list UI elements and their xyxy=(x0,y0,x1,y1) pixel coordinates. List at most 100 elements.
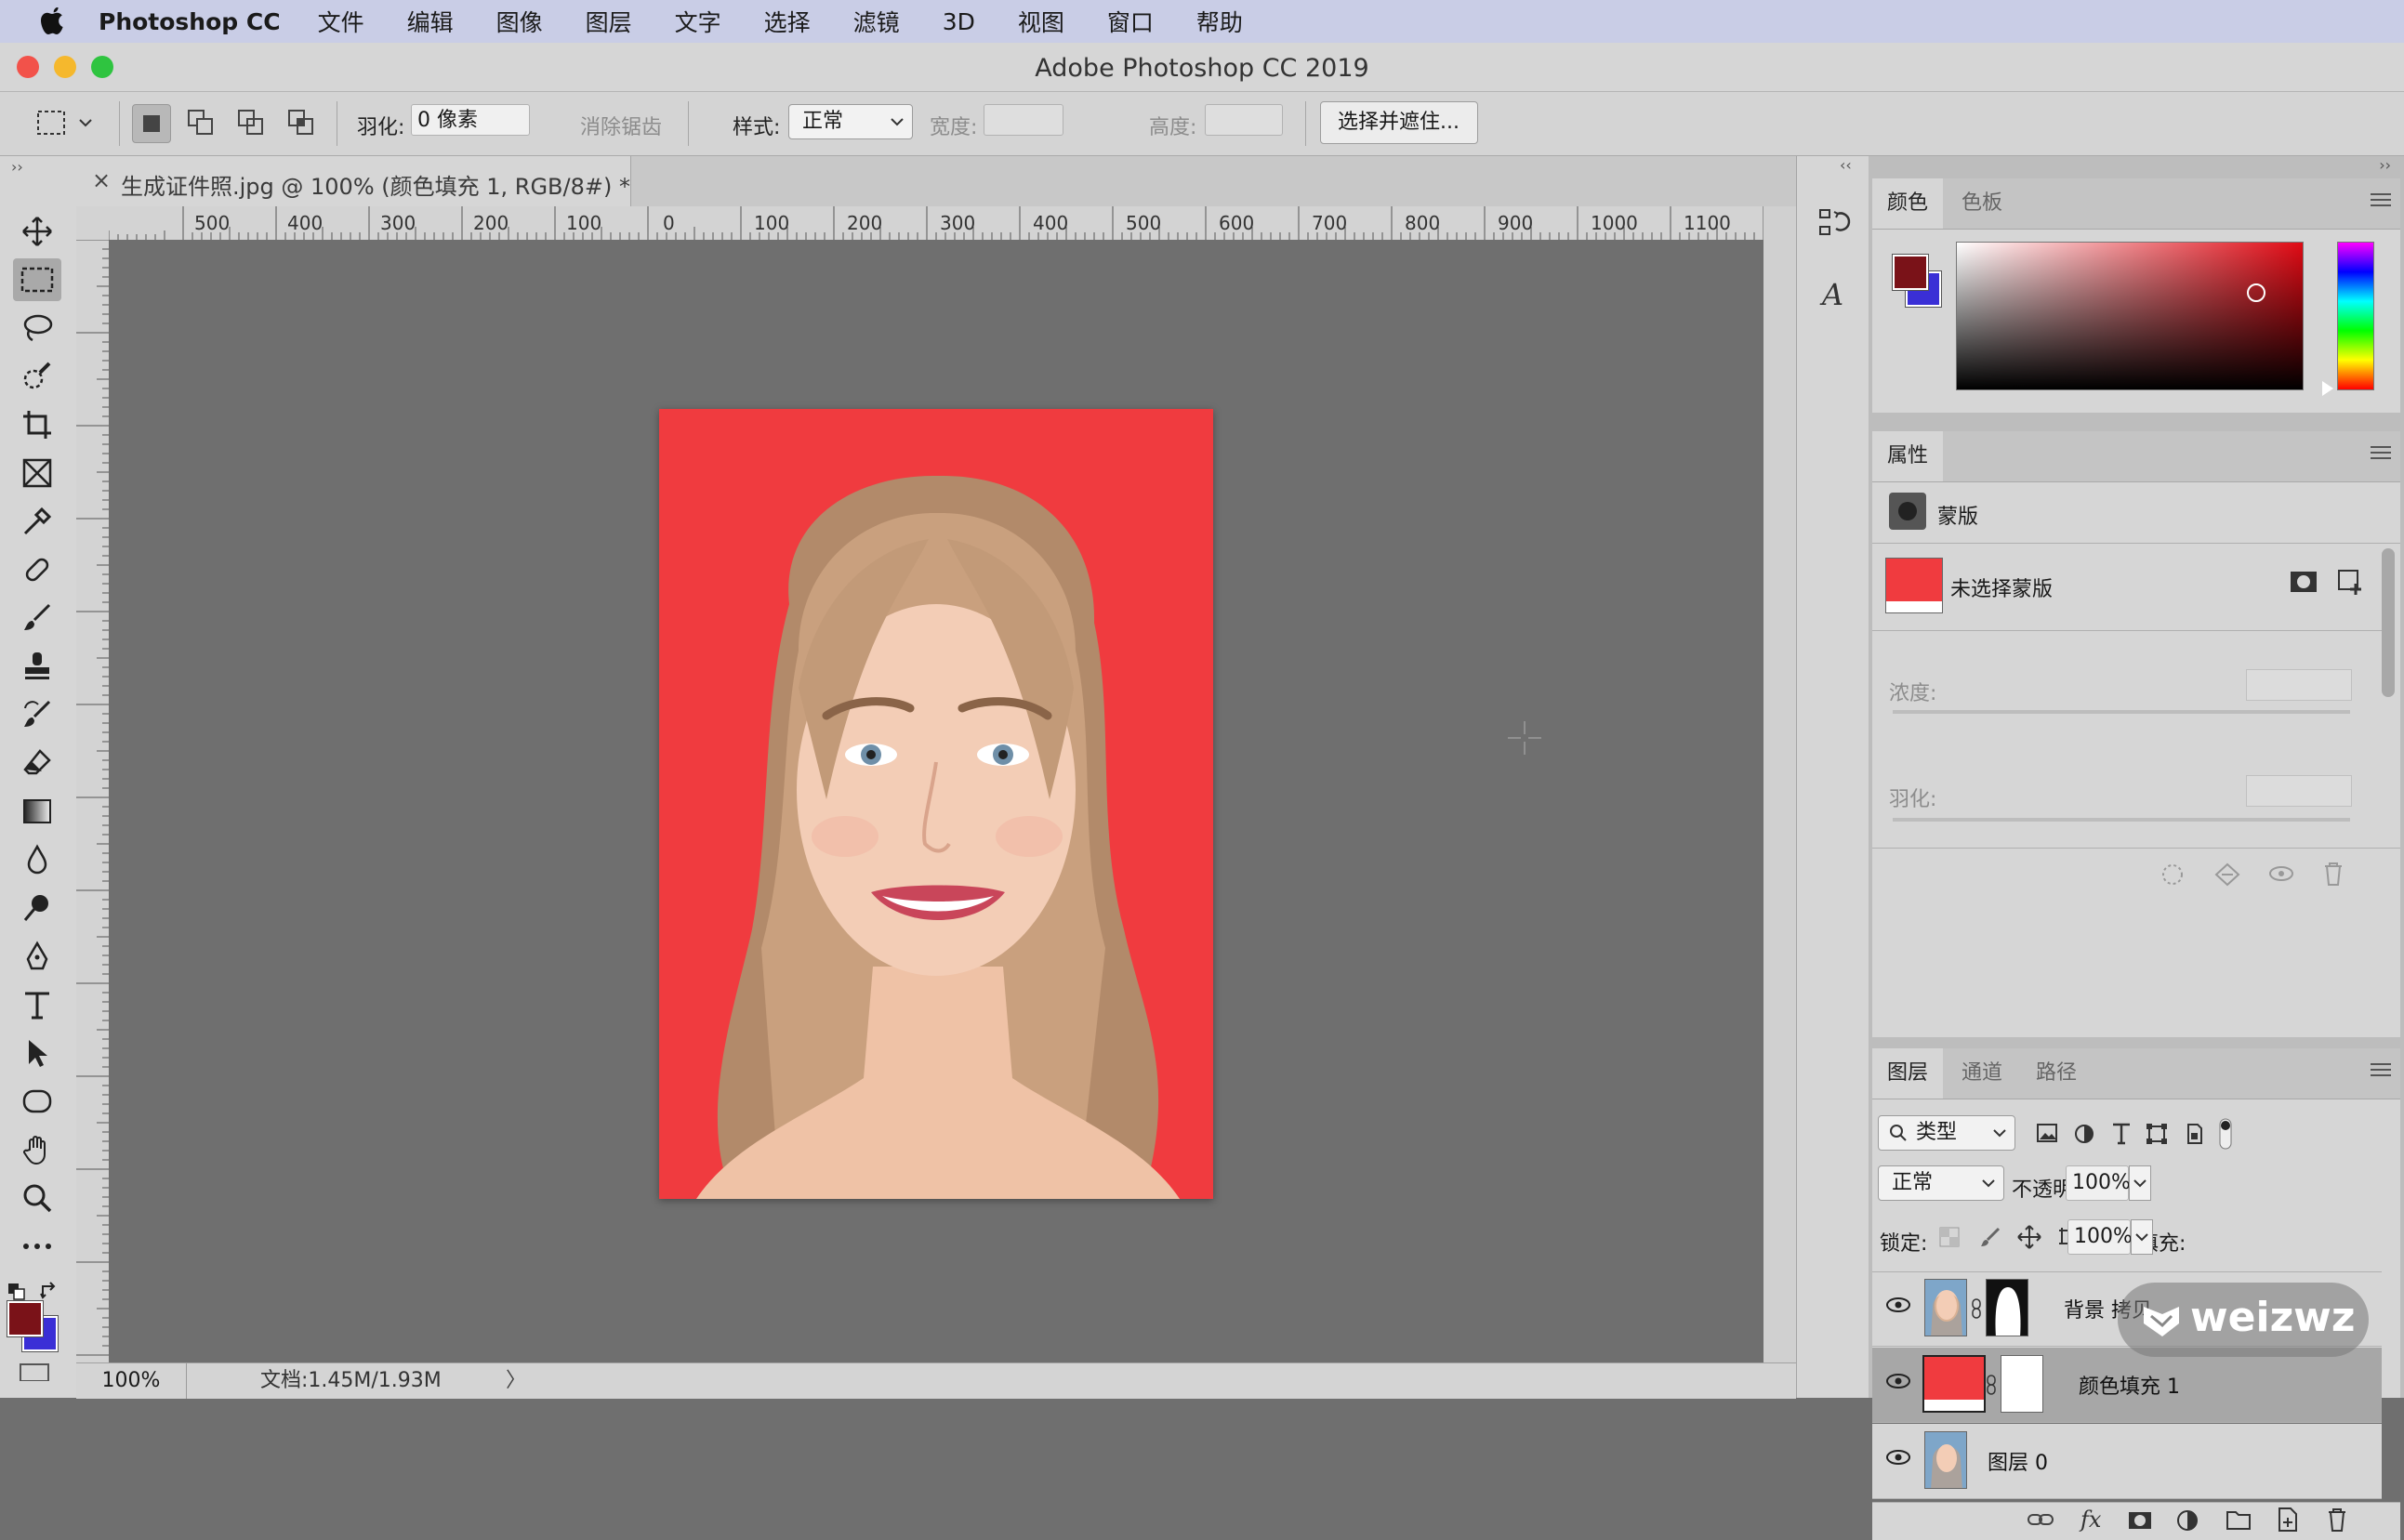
frame-tool-icon[interactable] xyxy=(13,452,61,494)
density-input[interactable] xyxy=(2246,669,2352,701)
delete-layer-icon[interactable] xyxy=(2326,1507,2348,1538)
style-select[interactable]: 正常 xyxy=(788,104,913,139)
lasso-tool-icon[interactable] xyxy=(13,307,61,349)
more-tools-icon[interactable] xyxy=(13,1225,61,1268)
filter-toggle-icon[interactable] xyxy=(2218,1117,2233,1156)
foreground-color-swatch[interactable] xyxy=(7,1300,44,1337)
pen-tool-icon[interactable] xyxy=(13,935,61,978)
lock-transparent-icon[interactable] xyxy=(1939,1227,1960,1253)
app-name[interactable]: Photoshop CC xyxy=(99,8,281,35)
type-filter-icon[interactable] xyxy=(2110,1121,2133,1151)
pixel-mask-icon[interactable] xyxy=(2289,569,2318,600)
layer-row[interactable]: 颜色填充 1 xyxy=(1872,1348,2382,1423)
move-tool-icon[interactable] xyxy=(13,210,61,253)
select-and-mask-button[interactable]: 选择并遮住... xyxy=(1320,101,1478,144)
density-slider[interactable] xyxy=(1893,710,2350,714)
collapse-toolbar-icon[interactable]: ›› xyxy=(11,158,23,176)
properties-scrollbar[interactable] xyxy=(2382,548,2395,697)
hand-tool-icon[interactable] xyxy=(13,1128,61,1171)
canvas-vertical-scrollbar[interactable] xyxy=(1763,206,1796,1362)
layer-mask-thumbnail[interactable] xyxy=(1986,1279,2028,1336)
history-brush-tool-icon[interactable] xyxy=(13,693,61,736)
foreground-color-chip[interactable] xyxy=(1892,254,1929,291)
tab-swatches[interactable]: 色板 xyxy=(1947,178,2017,229)
eye-icon[interactable] xyxy=(1885,1372,1911,1396)
shape-filter-icon[interactable] xyxy=(2146,1123,2168,1151)
menu-3d[interactable]: 3D xyxy=(943,8,975,35)
menu-edit[interactable]: 编辑 xyxy=(407,5,454,38)
tab-paths[interactable]: 路径 xyxy=(2021,1048,2092,1099)
delete-mask-icon[interactable] xyxy=(2322,861,2345,892)
document-photo[interactable] xyxy=(659,409,1213,1199)
vector-mask-icon[interactable] xyxy=(2335,567,2365,602)
marquee-preset-icon[interactable] xyxy=(33,104,71,141)
adjustment-filter-icon[interactable] xyxy=(2073,1123,2095,1151)
smart-object-filter-icon[interactable] xyxy=(2183,1123,2205,1151)
add-selection-icon[interactable] xyxy=(182,104,219,141)
document-tab[interactable]: × 生成证件照.jpg @ 100% (颜色填充 1, RGB/8#) * xyxy=(89,156,631,206)
chevron-down-icon[interactable] xyxy=(74,104,97,141)
healing-brush-tool-icon[interactable] xyxy=(13,548,61,591)
menu-help[interactable]: 帮助 xyxy=(1196,5,1243,38)
type-tool-icon[interactable] xyxy=(13,983,61,1026)
eyedropper-tool-icon[interactable] xyxy=(13,500,61,543)
ruler-origin[interactable] xyxy=(76,206,109,240)
brush-tool-icon[interactable] xyxy=(13,597,61,639)
color-field[interactable] xyxy=(1956,242,2304,390)
quick-mask-icon[interactable] xyxy=(19,1362,50,1387)
tab-channels[interactable]: 通道 xyxy=(1947,1048,2017,1099)
feather-input-props[interactable] xyxy=(2246,775,2352,807)
history-panel-icon[interactable] xyxy=(1817,206,1851,245)
menu-type[interactable]: 文字 xyxy=(675,5,721,38)
close-icon[interactable]: × xyxy=(89,167,113,195)
opacity-input[interactable]: 100% xyxy=(2066,1165,2131,1201)
eraser-tool-icon[interactable] xyxy=(13,742,61,784)
tab-layers[interactable]: 图层 xyxy=(1872,1048,1944,1099)
width-input[interactable] xyxy=(984,104,1063,136)
eye-icon[interactable] xyxy=(2268,864,2294,888)
new-group-icon[interactable] xyxy=(2226,1508,2252,1536)
menu-view[interactable]: 视图 xyxy=(1018,5,1064,38)
apple-icon[interactable] xyxy=(33,3,71,40)
hue-slider[interactable] xyxy=(2337,242,2374,390)
clone-stamp-tool-icon[interactable] xyxy=(13,645,61,688)
new-layer-icon[interactable] xyxy=(2276,1507,2300,1538)
subtract-selection-icon[interactable] xyxy=(232,104,270,141)
zoom-level-field[interactable]: 100% xyxy=(76,1363,187,1399)
layer-row[interactable]: 图层 0 xyxy=(1872,1424,2382,1499)
vertical-ruler[interactable] xyxy=(76,240,110,1362)
lock-position-icon[interactable] xyxy=(2017,1225,2041,1255)
feather-slider[interactable] xyxy=(1893,818,2350,822)
path-selection-tool-icon[interactable] xyxy=(13,1032,61,1074)
load-selection-icon[interactable] xyxy=(2160,862,2185,892)
menu-file[interactable]: 文件 xyxy=(318,5,364,38)
eye-icon[interactable] xyxy=(1885,1296,1911,1320)
opacity-dropdown[interactable] xyxy=(2129,1165,2151,1201)
panel-menu-icon[interactable] xyxy=(2371,1063,2391,1080)
panel-menu-icon[interactable] xyxy=(2371,446,2391,463)
fill-dropdown[interactable] xyxy=(2131,1219,2153,1255)
gradient-tool-icon[interactable] xyxy=(13,790,61,833)
menu-window[interactable]: 窗口 xyxy=(1107,5,1154,38)
collapse-dock-icon[interactable]: ›› xyxy=(2379,156,2391,174)
new-selection-icon[interactable] xyxy=(132,104,171,143)
tab-color[interactable]: 颜色 xyxy=(1872,178,1944,229)
layer-mask-thumbnail[interactable] xyxy=(2001,1355,2043,1413)
quick-selection-tool-icon[interactable] xyxy=(13,355,61,398)
rectangular-marquee-tool-icon[interactable] xyxy=(13,258,61,301)
menu-layer[interactable]: 图层 xyxy=(586,5,632,38)
new-adjustment-layer-icon[interactable] xyxy=(2175,1508,2199,1538)
color-picker-ring[interactable] xyxy=(2247,283,2265,302)
lock-pixels-icon[interactable] xyxy=(1980,1227,2001,1253)
pixel-filter-icon[interactable] xyxy=(2036,1123,2058,1149)
apply-mask-icon[interactable] xyxy=(2214,862,2240,892)
status-menu-arrow[interactable]: 〉 xyxy=(506,1363,526,1399)
height-input[interactable] xyxy=(1205,104,1283,136)
blend-mode-select[interactable]: 正常 xyxy=(1878,1165,2004,1201)
fill-input[interactable]: 100% xyxy=(2067,1219,2133,1255)
hue-slider-handle[interactable] xyxy=(2322,381,2333,396)
crop-tool-icon[interactable] xyxy=(13,403,61,446)
menu-image[interactable]: 图像 xyxy=(496,5,543,38)
menu-filter[interactable]: 滤镜 xyxy=(853,5,900,38)
add-mask-icon[interactable] xyxy=(2127,1510,2153,1536)
